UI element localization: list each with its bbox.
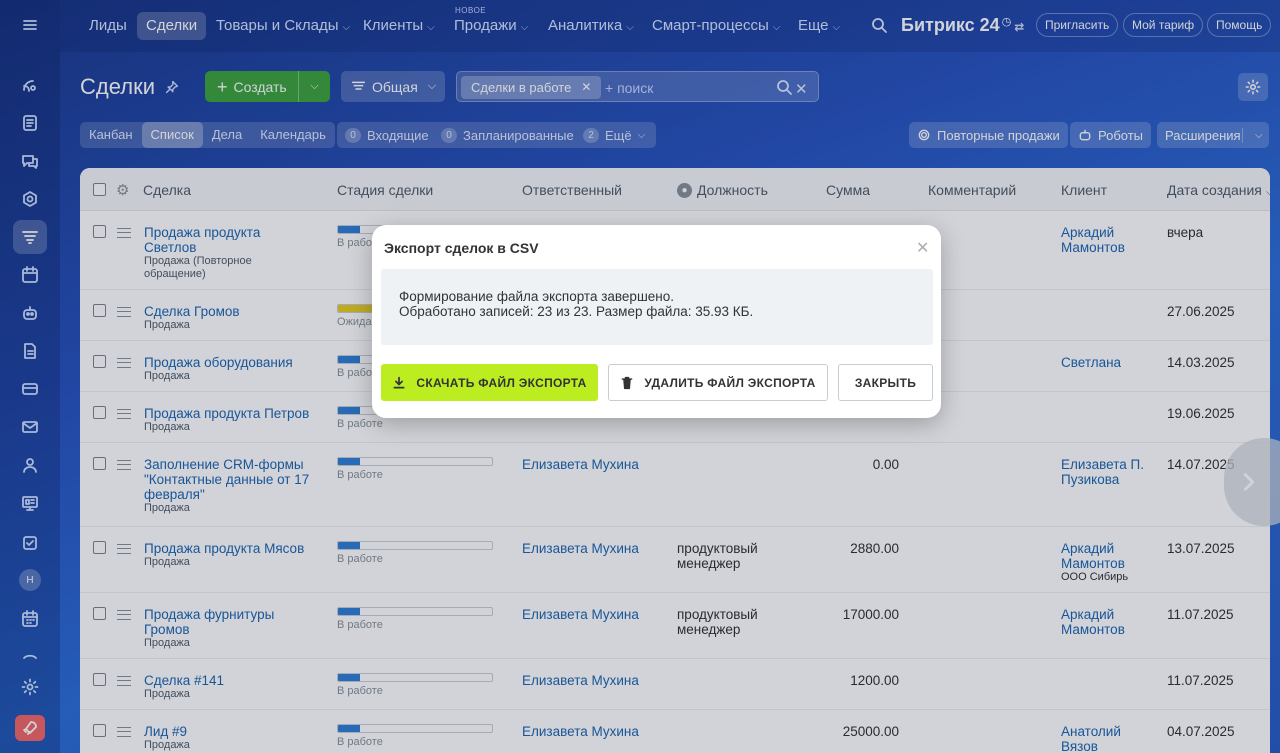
download-label: СКАЧАТЬ ФАЙЛ ЭКСПОРТА	[416, 375, 587, 390]
dialog-message: Формирование файла экспорта завершено. О…	[381, 269, 933, 345]
message-line-1: Формирование файла экспорта завершено.	[399, 289, 674, 304]
trash-icon	[621, 376, 633, 389]
dialog-title: Экспорт сделок в CSV	[384, 240, 539, 256]
delete-export-button[interactable]: УДАЛИТЬ ФАЙЛ ЭКСПОРТА	[608, 364, 828, 401]
download-export-button[interactable]: СКАЧАТЬ ФАЙЛ ЭКСПОРТА	[381, 364, 598, 401]
download-icon	[393, 376, 405, 389]
export-dialog: Экспорт сделок в CSV ✕ Формирование файл…	[372, 225, 941, 418]
close-icon[interactable]: ✕	[916, 238, 929, 258]
close-dialog-button[interactable]: ЗАКРЫТЬ	[838, 364, 933, 401]
message-line-2: Обработано записей: 23 из 23. Размер фай…	[399, 304, 754, 319]
delete-label: УДАЛИТЬ ФАЙЛ ЭКСПОРТА	[644, 375, 816, 390]
